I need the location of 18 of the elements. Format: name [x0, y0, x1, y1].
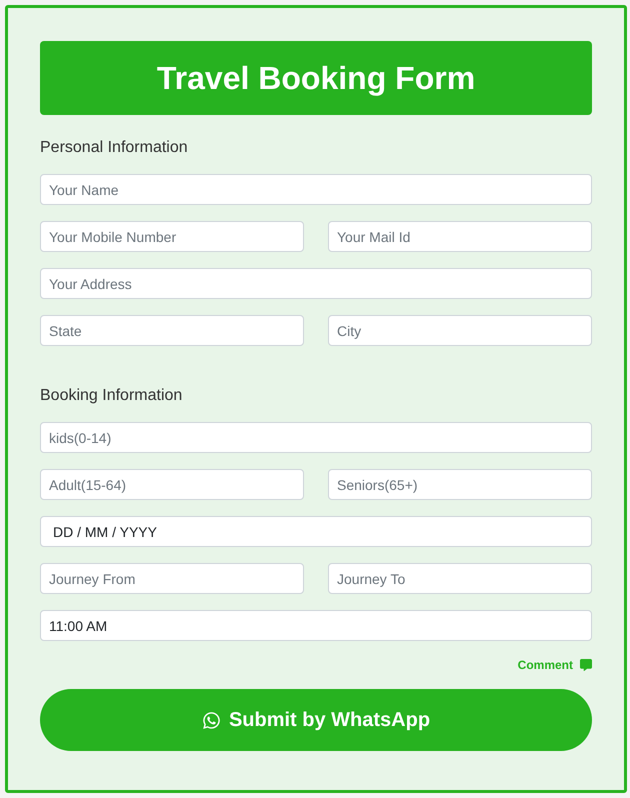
section-heading: Personal Information	[40, 138, 188, 158]
time-field[interactable]: 11:00 AM	[40, 610, 592, 641]
input-field[interactable]: Your Name	[40, 174, 592, 205]
input-field[interactable]: State	[40, 315, 304, 346]
date-field[interactable]: DD / MM / YYYY	[40, 516, 592, 547]
form-title: Travel Booking Form	[156, 62, 476, 94]
whatsapp-icon	[202, 710, 221, 730]
input-field[interactable]: Your Mobile Number	[40, 221, 304, 252]
input-field[interactable]: Your Mail Id	[328, 221, 592, 252]
input-field[interactable]: Journey From	[40, 563, 304, 594]
comment-icon	[580, 659, 592, 671]
input-field[interactable]: Adult(15-64)	[40, 469, 304, 500]
section-heading: Booking Information	[40, 386, 182, 406]
input-field[interactable]: kids(0-14)	[40, 422, 592, 453]
input-field[interactable]: Seniors(65+)	[328, 469, 592, 500]
input-field[interactable]: Your Address	[40, 268, 592, 299]
input-field[interactable]: Journey To	[328, 563, 592, 594]
input-field[interactable]: City	[328, 315, 592, 346]
